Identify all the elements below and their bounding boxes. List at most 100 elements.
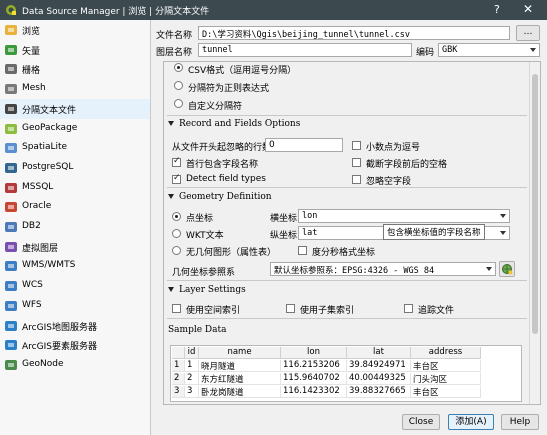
skip-lines-spinbox[interactable]: 0: [265, 138, 343, 152]
encoding-label: 编码: [416, 48, 435, 58]
sidebar-item-label: MSSQL: [22, 181, 54, 192]
discard-empty-checkbox[interactable]: [352, 175, 361, 184]
help-button[interactable]: Help: [501, 414, 539, 430]
regex-radio[interactable]: [174, 81, 183, 90]
chevron-down-icon: [486, 267, 492, 271]
y-field-label: 纵坐标: [270, 231, 298, 241]
chevron-down-icon: [530, 48, 536, 52]
sidebar-item[interactable]: GeoNode: [0, 355, 150, 375]
table-cell: 门头沟区: [411, 373, 481, 385]
sidebar-item[interactable]: Oracle: [0, 197, 150, 217]
layer-name-input[interactable]: tunnel: [198, 43, 412, 57]
sidebar-item[interactable]: 矢量: [0, 40, 150, 60]
column-header[interactable]: name: [199, 347, 281, 359]
sidebar-item[interactable]: 分隔文本文件: [0, 98, 150, 119]
sidebar-item[interactable]: 浏览: [0, 20, 150, 40]
column-header[interactable]: lon: [281, 347, 347, 359]
subset-index-checkbox[interactable]: [286, 304, 295, 313]
watch-file-checkbox[interactable]: [404, 304, 413, 313]
table-cell: 115.9640702: [281, 373, 347, 385]
first-header-checkbox[interactable]: [172, 156, 181, 167]
chevron-down-icon: [500, 231, 506, 235]
record-fields-header[interactable]: Record and Fields Options: [168, 119, 300, 129]
sidebar-item[interactable]: WMS/WMTS: [0, 256, 150, 276]
sidebar-item[interactable]: WCS: [0, 276, 150, 296]
decimal-comma-checkbox[interactable]: [352, 141, 361, 150]
table-cell: 39.84924971: [347, 360, 411, 372]
sidebar-item[interactable]: 虚拟图层: [0, 237, 150, 257]
divider: [167, 187, 527, 188]
dms-checkbox[interactable]: [298, 246, 307, 255]
help-icon[interactable]: ?: [494, 3, 500, 16]
sidebar-item[interactable]: PostgreSQL: [0, 158, 150, 178]
detect-types-label: Detect field types: [186, 174, 266, 184]
geometry-definition-header[interactable]: Geometry Definition: [168, 192, 272, 202]
geopackage-icon: [4, 122, 18, 136]
spatial-index-checkbox[interactable]: [172, 304, 181, 313]
sidebar-item[interactable]: MSSQL: [0, 178, 150, 198]
column-header[interactable]: [172, 347, 185, 359]
file-name-input[interactable]: D:\学习资料\Qgis\beijing_tunnel\tunnel.csv: [198, 26, 510, 40]
record-fields-title: Record and Fields Options: [179, 119, 301, 129]
sidebar: 浏览 矢量栅格 Mesh 分隔文本文件 GeoPackage SpatiaLite Post…: [0, 20, 151, 435]
browse-button[interactable]: …: [516, 25, 540, 41]
wms-icon: [4, 259, 18, 273]
main-panel: 文件名称 D:\学习资料\Qgis\beijing_tunnel\tunnel.…: [151, 20, 547, 435]
y-field-value: lat: [302, 228, 318, 238]
sidebar-item-label: PostgreSQL: [22, 161, 74, 172]
csv-radio[interactable]: [174, 63, 183, 72]
sidebar-item[interactable]: DB2: [0, 217, 150, 237]
sidebar-item-label: WCS: [22, 280, 43, 291]
wfs-icon: [4, 299, 18, 313]
x-field-select[interactable]: lon: [298, 209, 510, 223]
trim-fields-checkbox[interactable]: [352, 158, 361, 167]
custom-delimiter-radio[interactable]: [174, 99, 183, 108]
table-cell: 3: [185, 386, 199, 398]
detect-types-checkbox[interactable]: [172, 173, 181, 184]
add-button[interactable]: 添加(A): [448, 414, 494, 430]
sidebar-item-label: 虚拟图层: [22, 243, 59, 254]
point-coordinates-radio[interactable]: [172, 212, 181, 221]
column-header[interactable]: lat: [347, 347, 411, 359]
sidebar-item[interactable]: GeoPackage: [0, 119, 150, 139]
encoding-select[interactable]: GBK: [438, 43, 540, 57]
delimited-text-icon: [4, 102, 18, 116]
mesh-icon: [4, 82, 18, 96]
sidebar-item-label: 栅格: [22, 66, 41, 77]
sample-data-table[interactable]: id name lon lat address 1 1 晓月隧道 116.2153206 39.8…: [170, 345, 522, 402]
crs-select[interactable]: 默认坐标参照系：EPSG:4326 - WGS 84: [270, 262, 496, 276]
vertical-scrollbar[interactable]: [529, 62, 540, 404]
sidebar-item[interactable]: ArcGIS地图服务器: [0, 316, 150, 336]
mssql-icon: [4, 181, 18, 195]
table-cell: 116.1423302: [281, 386, 347, 398]
column-header[interactable]: id: [185, 347, 199, 359]
sidebar-item[interactable]: WFS: [0, 296, 150, 316]
sample-data-title: Sample Data: [168, 325, 227, 335]
sidebar-item-label: GeoNode: [22, 358, 64, 369]
close-button[interactable]: Close: [402, 414, 440, 430]
layer-settings-header[interactable]: Layer Settings: [168, 285, 246, 295]
trim-fields-label: 截断字段前后的空格: [366, 160, 448, 170]
crs-selector-button[interactable]: [499, 261, 515, 277]
no-geometry-radio[interactable]: [172, 246, 181, 255]
row-number: 3: [172, 386, 185, 398]
sidebar-item[interactable]: 栅格: [0, 59, 150, 79]
layer-name-label: 图层名称: [156, 48, 193, 58]
globe-icon: [502, 264, 513, 275]
scrollbar-thumb[interactable]: [532, 74, 538, 334]
sidebar-item[interactable]: ArcGIS要素服务器: [0, 335, 150, 355]
table-cell: 39.88327665: [347, 386, 411, 398]
file-name-label: 文件名称: [156, 31, 193, 41]
sidebar-item[interactable]: Mesh: [0, 79, 150, 99]
spatialite-icon: [4, 141, 18, 155]
column-header[interactable]: address: [411, 347, 481, 359]
collapse-triangle-icon: [168, 287, 174, 292]
postgresql-icon: [4, 161, 18, 175]
window-title: Data Source Manager | 浏览 | 分隔文本文件: [22, 7, 210, 17]
wcs-icon: [4, 279, 18, 293]
wkt-radio[interactable]: [172, 229, 181, 238]
crs-value: 默认坐标参照系：EPSG:4326 - WGS 84: [274, 266, 435, 276]
x-field-label: 横坐标: [270, 214, 298, 224]
sidebar-item[interactable]: SpatiaLite: [0, 138, 150, 158]
close-icon[interactable]: ✕: [523, 2, 533, 16]
